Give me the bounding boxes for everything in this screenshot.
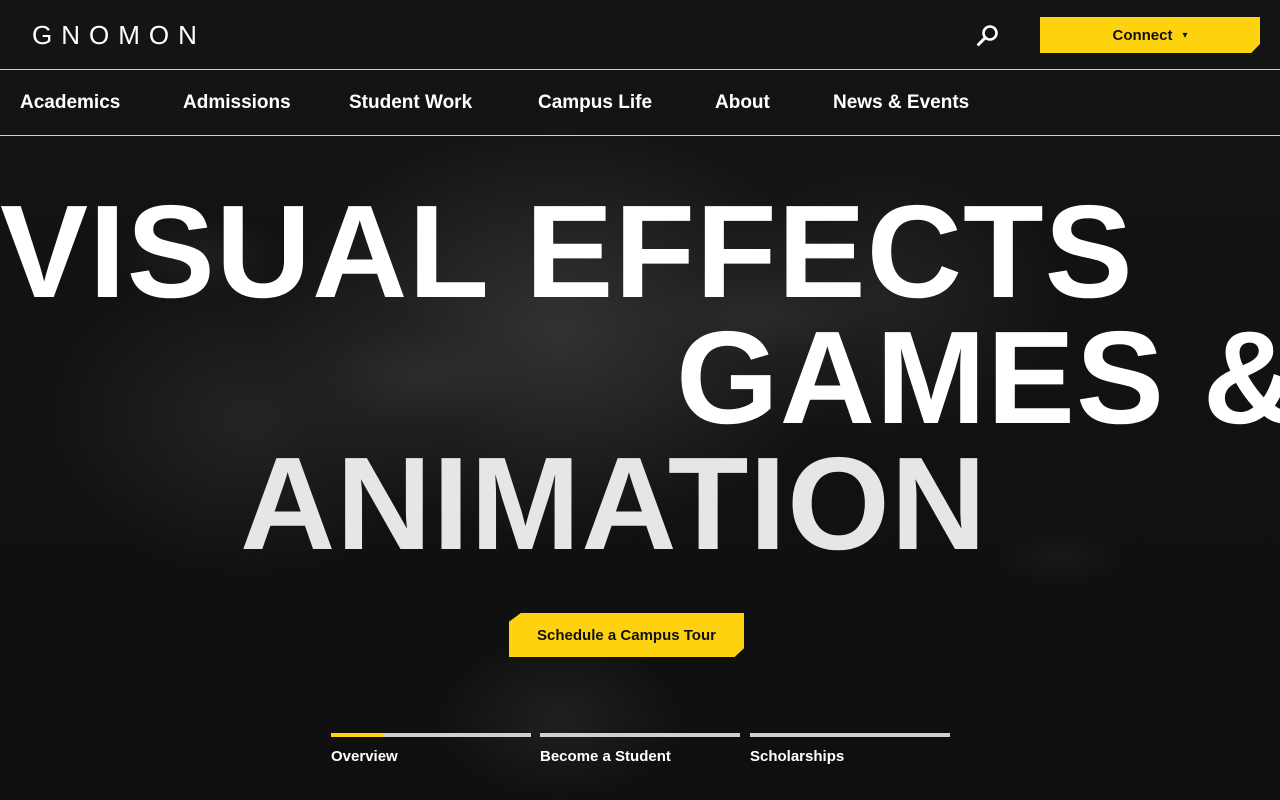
site-logo[interactable]: GNOMON [32, 20, 206, 50]
connect-button[interactable]: Connect ▾ [1040, 17, 1260, 53]
tab-become-a-student[interactable]: Become a Student [540, 733, 740, 765]
page: GNOMON Connect ▾ Academics Admissions St… [0, 0, 1280, 800]
nav-item-student-work[interactable]: Student Work [349, 92, 472, 114]
top-bar: GNOMON Connect ▾ [0, 0, 1280, 70]
hero-headline-line-1: VISUAL EFFECTS [0, 178, 1134, 325]
schedule-tour-button-label: Schedule a Campus Tour [537, 626, 716, 644]
tab-label: Become a Student [540, 748, 671, 765]
connect-button-label: Connect [1112, 26, 1173, 44]
tab-scholarships[interactable]: Scholarships [750, 733, 950, 765]
tab-progress-fill [331, 733, 383, 737]
tab-label: Scholarships [750, 748, 845, 765]
search-icon[interactable] [974, 22, 1002, 50]
nav-item-academics[interactable]: Academics [20, 92, 120, 114]
nav-item-admissions[interactable]: Admissions [183, 92, 291, 114]
hero-headline-line-3: ANIMATION [240, 430, 988, 577]
nav-item-campus-life[interactable]: Campus Life [538, 92, 652, 114]
tab-progress-track [540, 733, 740, 737]
hero-headline-line-2: GAMES & [676, 304, 1280, 451]
main-navigation: Academics Admissions Student Work Campus… [0, 70, 1280, 136]
tab-progress-track [750, 733, 950, 737]
chevron-down-icon: ▾ [1182, 29, 1188, 41]
tab-progress-track [331, 733, 531, 737]
tab-label: Overview [331, 748, 398, 765]
nav-item-about[interactable]: About [715, 92, 770, 114]
nav-item-news-events[interactable]: News & Events [833, 92, 969, 114]
tab-overview[interactable]: Overview [331, 733, 531, 765]
schedule-tour-button[interactable]: Schedule a Campus Tour [509, 613, 744, 657]
